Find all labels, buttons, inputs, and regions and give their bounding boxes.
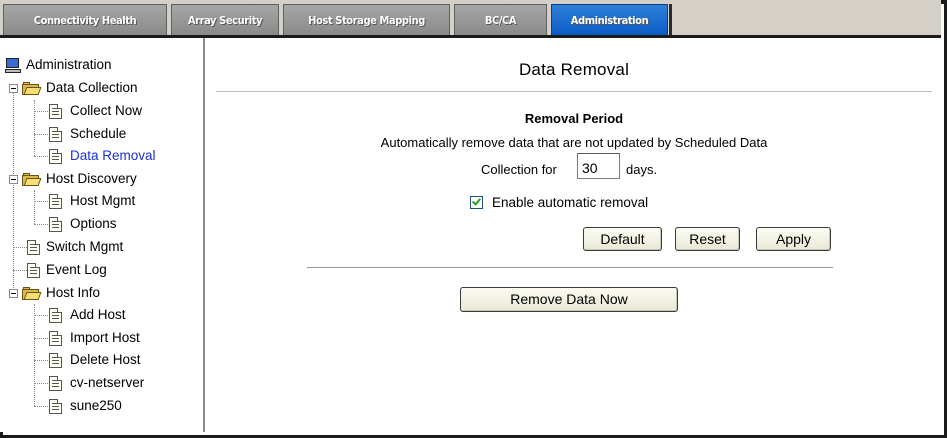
section-title: Removal Period [524, 111, 624, 126]
page-icon [49, 149, 62, 164]
enable-auto-removal-label: Enable automatic removal [492, 195, 649, 210]
page-icon [49, 353, 62, 368]
page-icon [49, 331, 62, 346]
tree-item-import-host[interactable]: Import Host [0, 327, 200, 349]
tree-folder-host-info[interactable]: Host Info [0, 282, 200, 304]
collapse-icon[interactable] [9, 289, 18, 298]
tab-array-security[interactable]: Array Security [171, 4, 279, 35]
description-text: Automatically remove data that are not u… [380, 135, 768, 150]
tab-bar: Connectivity Health Array Security Host … [0, 0, 941, 38]
apply-button[interactable]: Apply [756, 227, 831, 251]
tree-item-add-host[interactable]: Add Host [0, 304, 200, 326]
tree-item-options[interactable]: Options [0, 213, 200, 235]
page-icon [49, 104, 62, 119]
tree-item-switch-mgmt[interactable]: Switch Mgmt [0, 236, 200, 258]
page-icon [27, 240, 40, 255]
tree-folder-host-discovery[interactable]: Host Discovery [0, 168, 200, 190]
tree-item-cv-netserver[interactable]: cv-netserver [0, 372, 200, 394]
tab-host-storage-mapping[interactable]: Host Storage Mapping [283, 4, 450, 35]
tree-item-schedule[interactable]: Schedule [0, 123, 200, 145]
description-text-continued: Collection for [481, 162, 557, 177]
days-unit-label: days. [626, 162, 658, 177]
folder-open-icon [22, 82, 42, 95]
tree-item-sune250[interactable]: sune250 [0, 395, 200, 417]
page-icon [27, 263, 40, 278]
folder-open-icon [22, 287, 42, 300]
collapse-icon[interactable] [9, 84, 18, 93]
checkmark-icon [472, 196, 481, 206]
tab-administration[interactable]: Administration [551, 4, 668, 35]
days-input[interactable] [577, 153, 620, 179]
tree-item-collect-now[interactable]: Collect Now [0, 100, 200, 122]
collapse-icon[interactable] [9, 175, 18, 184]
tab-connectivity-health[interactable]: Connectivity Health [3, 4, 167, 35]
main-panel: Data Removal Removal Period Automaticall… [207, 38, 941, 432]
tab-bc-ca[interactable]: BC/CA [454, 4, 547, 35]
tree-item-event-log[interactable]: Event Log [0, 259, 200, 281]
navigation-tree: Administration Data Collection Collect N… [0, 38, 205, 432]
default-button[interactable]: Default [583, 227, 662, 251]
page-icon [49, 308, 62, 323]
divider [216, 91, 932, 92]
page-title: Data Removal [518, 60, 630, 79]
tree-item-host-mgmt[interactable]: Host Mgmt [0, 190, 200, 212]
tree-item-delete-host[interactable]: Delete Host [0, 349, 200, 371]
tree-item-data-removal[interactable]: Data Removal [0, 145, 200, 167]
page-icon [49, 194, 62, 209]
folder-open-icon [22, 173, 42, 186]
tree-folder-data-collection[interactable]: Data Collection [0, 77, 200, 99]
page-icon [49, 399, 62, 414]
page-icon [49, 217, 62, 232]
computer-icon [5, 58, 21, 73]
enable-auto-removal-checkbox[interactable] [470, 196, 483, 209]
page-icon [49, 127, 62, 142]
reset-button[interactable]: Reset [675, 227, 740, 251]
remove-data-now-button[interactable]: Remove Data Now [460, 287, 678, 312]
tab-bar-end [669, 4, 672, 35]
page-icon [49, 376, 62, 391]
divider [307, 267, 833, 268]
